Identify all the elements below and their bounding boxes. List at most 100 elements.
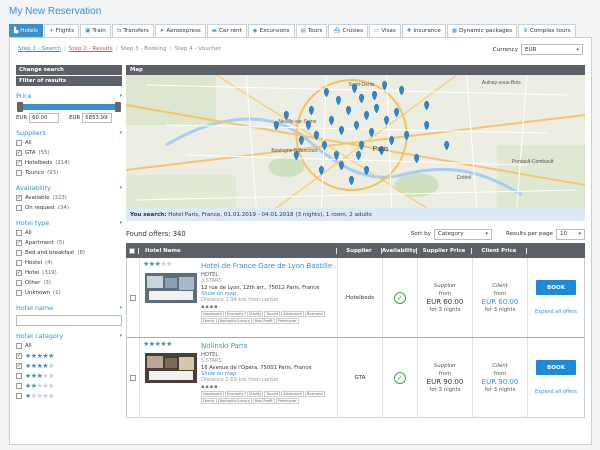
availability-section-title[interactable]: Availability ▾	[16, 183, 122, 193]
price-slider-min-handle[interactable]	[17, 102, 23, 112]
filter-option-label: Tourico	[25, 170, 45, 176]
change-search-bar[interactable]: Change search	[16, 65, 122, 75]
filter-checkbox[interactable]	[16, 290, 22, 296]
category-option[interactable]: ★★★★★	[16, 381, 122, 391]
filter-checkbox[interactable]: ✓	[16, 363, 22, 369]
hotel-type-section-title[interactable]: Hotel type ▾	[16, 218, 122, 228]
header-hotel-name: Hotel Name	[139, 247, 337, 254]
star-icon: ★	[48, 392, 54, 400]
filter-checkbox[interactable]	[16, 373, 22, 379]
star-rating-2: ★★★★★	[25, 382, 54, 390]
book-button[interactable]: BOOK	[536, 360, 576, 375]
hotel-tag: Quality	[246, 391, 264, 397]
tab-insurance[interactable]: ✚ Insurance	[401, 24, 446, 37]
filter-option[interactable]: Hostel (4)	[16, 258, 122, 268]
amenity-icons: ▪▪▪▪	[201, 304, 219, 310]
filter-checkbox[interactable]: ✓	[16, 270, 22, 276]
price-section-title[interactable]: Price ▾	[16, 91, 122, 101]
suppliers-section-title[interactable]: Suppliers ▾	[16, 128, 122, 138]
hotel-category-title: Hotel category	[16, 332, 64, 340]
filter-checkbox[interactable]: ✓	[16, 240, 22, 246]
expand-offers-link[interactable]: Expand all offers	[535, 389, 577, 395]
hotel-name-link[interactable]: Hotel de France Gare de Lyon Bastille	[201, 262, 332, 270]
filter-checkbox[interactable]	[16, 393, 22, 399]
filter-checkbox[interactable]	[16, 280, 22, 286]
filter-option[interactable]: All	[16, 228, 122, 238]
filter-checkbox[interactable]	[16, 343, 22, 349]
filter-checkbox[interactable]	[16, 383, 22, 389]
expand-offers-link[interactable]: Expand all offers	[535, 309, 577, 315]
tab-train[interactable]: ▣ Train	[80, 24, 111, 37]
filter-option[interactable]: All	[16, 138, 122, 148]
price-slider[interactable]	[17, 102, 121, 112]
hotel-name-input[interactable]	[16, 315, 122, 326]
filter-checkbox[interactable]: ✓	[16, 160, 22, 166]
row-checkbox[interactable]	[130, 374, 136, 381]
visa-icon: ▭	[374, 28, 380, 34]
tab-flights[interactable]: ✈ Flights	[43, 24, 80, 37]
price-slider-max-handle[interactable]	[115, 102, 121, 112]
client-nights: for 3 nights	[484, 306, 516, 313]
filter-checkbox[interactable]	[16, 140, 22, 146]
filter-checkbox[interactable]	[16, 170, 22, 176]
step-search[interactable]: Step 1 - Search	[18, 46, 61, 52]
star-rating-3: ★★★★★	[25, 372, 54, 380]
category-option[interactable]: ★★★★★	[16, 371, 122, 381]
tab-visas[interactable]: ▭ Visas	[369, 24, 401, 37]
filter-checkbox[interactable]	[16, 260, 22, 266]
filter-option[interactable]: Bed and breakfast (8)	[16, 248, 122, 258]
hotel-name-section-title[interactable]: Hotel name ▾	[16, 303, 122, 313]
filter-checkbox[interactable]	[16, 230, 22, 236]
category-option[interactable]: ★★★★★	[16, 391, 122, 401]
supplier-price-label: Supplier	[433, 362, 457, 369]
hotel-category-section-title[interactable]: Hotel category ▾	[16, 331, 122, 341]
filter-option[interactable]: Other (3)	[16, 278, 122, 288]
hotel-photo[interactable]	[145, 273, 197, 303]
tab-aeroexpress[interactable]: ➤ Aeroexpress	[154, 24, 206, 37]
map[interactable]: Saint-Denis Aulnay-sous-Bois Neuilly-sur…	[126, 75, 585, 208]
star-rating-5: ★★★★★	[25, 352, 54, 360]
filter-checkbox[interactable]: ✓	[16, 150, 22, 156]
tab-transfers[interactable]: ⇆ Transfers	[111, 24, 154, 37]
category-option[interactable]: ✓ ★★★★★	[16, 361, 122, 371]
book-button[interactable]: BOOK	[536, 280, 576, 295]
tab-excursions[interactable]: ◉ Excursions	[247, 24, 295, 37]
filter-option[interactable]: ✓ GTA (55)	[16, 148, 122, 158]
tab-tours[interactable]: ▤ Tours	[295, 24, 328, 37]
filter-option[interactable]: ✓ Hotelbeds (214)	[16, 158, 122, 168]
hotel-tag: Family	[201, 318, 217, 324]
filter-option[interactable]: Unknown (1)	[16, 288, 122, 298]
filter-checkbox[interactable]	[16, 250, 22, 256]
filter-option[interactable]: ✓ Hotel (319)	[16, 268, 122, 278]
price-min-input[interactable]: 60.00	[29, 113, 60, 123]
tab-hotels[interactable]: ▙ Hotels	[9, 24, 43, 37]
category-option[interactable]: All	[16, 341, 122, 351]
tab-complex-tours[interactable]: ⚙ Complex tours	[518, 24, 576, 37]
select-all-checkbox[interactable]	[129, 247, 135, 254]
filter-checkbox[interactable]: ✓	[16, 353, 22, 359]
row-checkbox[interactable]	[130, 294, 136, 301]
tab-dynamic-packages[interactable]: ▦ Dynamic packages	[446, 24, 517, 37]
per-page-select[interactable]: 10 ▾	[556, 228, 585, 240]
filter-option[interactable]: ✓ Apartment (5)	[16, 238, 122, 248]
filter-checkbox[interactable]	[16, 205, 22, 211]
check-icon: ✓	[16, 363, 22, 369]
currency-select[interactable]: EUR ▾	[521, 44, 583, 55]
hotel-photo[interactable]	[145, 353, 197, 383]
tab-car-rent[interactable]: ▬ Car rent	[206, 24, 247, 37]
tab-cruises[interactable]: ⛴ Cruises	[328, 24, 369, 37]
step-results[interactable]: Step 2 - Results	[69, 46, 113, 52]
hotel-tags: Downtown Economy Quality Tourist Adventure Bu…	[201, 391, 333, 404]
filter-checkbox[interactable]: ✓	[16, 195, 22, 201]
hotel-name-link[interactable]: Nolinski Paris	[201, 342, 247, 350]
price-max-input[interactable]: 5853.99	[82, 113, 113, 123]
filter-option[interactable]: ✓ Available (323)	[16, 193, 122, 203]
category-option[interactable]: ✓ ★★★★★	[16, 351, 122, 361]
chevron-down-icon: ▾	[119, 185, 122, 191]
sort-select[interactable]: Category ▾	[433, 228, 492, 240]
filter-option[interactable]: Tourico (93)	[16, 168, 122, 178]
tab-label: Tours	[307, 28, 323, 34]
step-separator: |	[63, 46, 66, 52]
car-icon: ▬	[211, 28, 217, 34]
filter-option[interactable]: On request (34)	[16, 203, 122, 213]
